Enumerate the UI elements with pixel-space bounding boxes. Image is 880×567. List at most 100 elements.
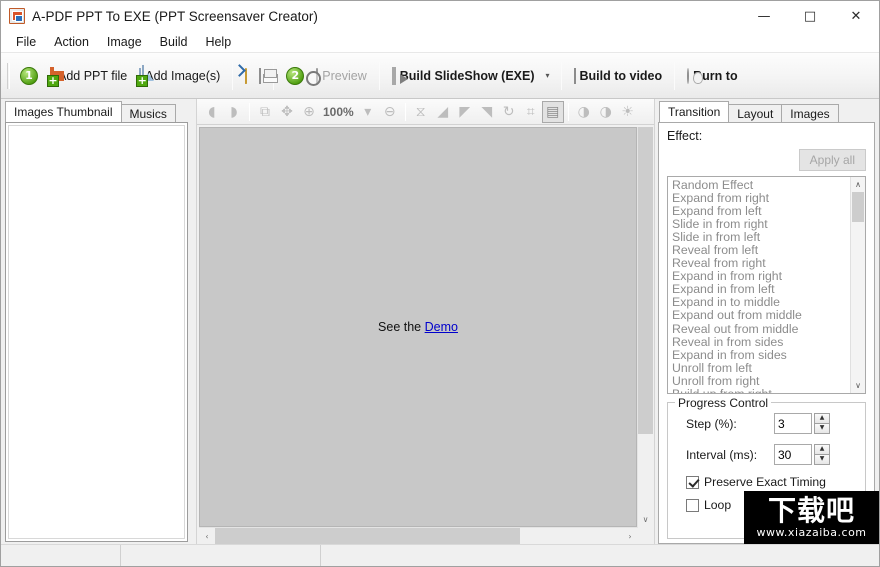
step-spin-buttons[interactable]: ▲ ▼: [814, 413, 830, 434]
site-watermark: 下载吧 www.xiazaiba.com: [744, 491, 879, 544]
actual-size-icon[interactable]: ✥: [276, 101, 298, 123]
contrast-up-icon[interactable]: ◑: [573, 101, 595, 123]
status-pane-3: [321, 545, 879, 566]
menu-bar: File Action Image Build Help: [1, 31, 879, 53]
effect-list-scrollbar[interactable]: ∧ ∨: [850, 177, 865, 393]
menu-item-image[interactable]: Image: [98, 33, 151, 51]
open-project-button[interactable]: [239, 57, 253, 95]
build-to-video-button[interactable]: Build to video: [568, 57, 669, 95]
menu-item-help[interactable]: Help: [196, 33, 240, 51]
toolbar-grip[interactable]: [7, 62, 10, 89]
interval-stepper[interactable]: ▲ ▼: [774, 444, 830, 465]
zoom-out-icon[interactable]: ⊖: [379, 101, 401, 123]
images-thumbnail-list[interactable]: [5, 122, 188, 542]
tab-images-thumbnail[interactable]: Images Thumbnail: [5, 101, 122, 122]
save-project-button[interactable]: [253, 57, 267, 95]
add-ppt-file-button[interactable]: + Add PPT file: [44, 57, 133, 95]
fit-to-window-icon[interactable]: ⧉: [254, 101, 276, 123]
film-icon: [573, 67, 576, 84]
apply-all-button[interactable]: Apply all: [798, 149, 866, 171]
add-images-button[interactable]: + Add Image(s): [133, 57, 226, 95]
brightness-icon[interactable]: ☀: [617, 101, 639, 123]
build-slideshow-button[interactable]: Build SlideShow (EXE): [386, 57, 541, 95]
window-controls: — □ ✕: [741, 1, 879, 31]
interval-spin-up-icon[interactable]: ▲: [814, 444, 830, 455]
list-scroll-track[interactable]: [851, 192, 865, 378]
list-item[interactable]: Build up from right: [670, 387, 850, 393]
rotate-right-icon[interactable]: ◥: [476, 101, 498, 123]
zoom-level-value[interactable]: 100%: [320, 105, 357, 119]
menu-item-file[interactable]: File: [7, 33, 45, 51]
list-item[interactable]: Unroll from right: [670, 374, 850, 388]
flip-vertical-icon[interactable]: ◢: [432, 101, 454, 123]
preview-hscroll-track[interactable]: [215, 528, 622, 544]
tab-images[interactable]: Images: [781, 104, 839, 122]
rotate-left-icon[interactable]: ◤: [454, 101, 476, 123]
crop-icon[interactable]: ⌗: [520, 101, 542, 123]
tab-transition[interactable]: Transition: [659, 101, 730, 122]
step-spin-up-icon[interactable]: ▲: [814, 413, 830, 424]
save-icon: [259, 67, 262, 84]
preserve-exact-timing-label: Preserve Exact Timing: [704, 475, 826, 489]
toolbar-separator-3: [378, 61, 380, 90]
preview-vscroll-thumb[interactable]: [638, 127, 653, 435]
watermark-text: 下载吧: [767, 494, 855, 527]
demo-hint: See the Demo: [378, 320, 458, 334]
preview-hscroll-thumb[interactable]: [215, 528, 521, 544]
next-image-icon[interactable]: ◗: [223, 101, 245, 123]
preview-icon: [316, 67, 319, 84]
menu-item-action[interactable]: Action: [45, 33, 98, 51]
main-body: Images Thumbnail Musics ◖ ◗ ⧉ ✥ ⊕ 100% ▾…: [1, 99, 879, 544]
step-input[interactable]: [774, 413, 812, 434]
minimize-button[interactable]: —: [741, 1, 787, 31]
effects-icon[interactable]: ▤: [541, 100, 564, 123]
preserve-exact-timing-row[interactable]: Preserve Exact Timing: [678, 475, 857, 489]
preview-button[interactable]: Preview: [310, 57, 372, 95]
build-to-video-label: Build to video: [579, 68, 663, 83]
scroll-right-icon[interactable]: ›: [622, 528, 638, 544]
effect-list[interactable]: Random Effect Expand from right Expand f…: [667, 176, 866, 394]
preview-canvas[interactable]: See the Demo: [199, 127, 637, 527]
zoom-dropdown-icon[interactable]: ▾: [357, 101, 379, 123]
tab-musics[interactable]: Musics: [120, 104, 176, 122]
status-pane-2: [121, 545, 321, 566]
list-scroll-up-icon[interactable]: ∧: [851, 177, 865, 192]
scroll-left-icon[interactable]: ‹: [199, 528, 215, 544]
step-label: Step (%):: [686, 416, 737, 431]
list-item[interactable]: Expand in from sides: [670, 348, 850, 362]
interval-spin-buttons[interactable]: ▲ ▼: [814, 444, 830, 465]
status-bar: [1, 544, 879, 566]
maximize-button[interactable]: □: [787, 1, 833, 31]
list-item[interactable]: Unroll from left: [670, 361, 850, 375]
preview-vertical-scrollbar[interactable]: ∨: [637, 127, 653, 527]
main-toolbar: 1 + Add PPT file + Add Image(s) 2 Previe…: [1, 53, 879, 99]
effect-list-items[interactable]: Random Effect Expand from right Expand f…: [668, 177, 850, 393]
build-slideshow-dropdown-icon[interactable]: ▾: [541, 71, 555, 80]
demo-link[interactable]: Demo: [425, 320, 458, 334]
list-item[interactable]: Reveal in from sides: [670, 335, 850, 349]
interval-spin-down-icon[interactable]: ▼: [814, 454, 830, 465]
zoom-in-icon[interactable]: ⊕: [298, 101, 320, 123]
preview-horizontal-scrollbar[interactable]: ‹ ›: [199, 527, 638, 544]
list-item[interactable]: Expand out from middle: [670, 309, 850, 322]
step-spin-down-icon[interactable]: ▼: [814, 423, 830, 434]
menu-item-build[interactable]: Build: [151, 33, 197, 51]
tab-layout[interactable]: Layout: [728, 104, 783, 122]
list-scroll-thumb[interactable]: [852, 192, 864, 222]
step-stepper[interactable]: ▲ ▼: [774, 413, 830, 434]
loop-checkbox[interactable]: [686, 498, 699, 512]
interval-input[interactable]: [774, 444, 812, 465]
contrast-down-icon[interactable]: ◑: [595, 101, 617, 123]
flip-horizontal-icon[interactable]: ⧖: [410, 101, 432, 123]
previous-image-icon[interactable]: ◖: [201, 101, 223, 123]
status-pane-1: [1, 545, 121, 566]
scroll-down-icon[interactable]: ∨: [638, 511, 653, 527]
open-folder-icon: [245, 67, 248, 84]
list-scroll-down-icon[interactable]: ∨: [851, 378, 865, 393]
close-button[interactable]: ✕: [833, 1, 879, 31]
rotate-icon[interactable]: ↻: [498, 101, 520, 123]
preserve-exact-timing-checkbox[interactable]: [686, 475, 699, 489]
burn-to-disc-button[interactable]: Burn to: [681, 57, 743, 95]
preview-vscroll-track[interactable]: [638, 127, 653, 511]
list-item[interactable]: Reveal out from middle: [670, 322, 850, 336]
